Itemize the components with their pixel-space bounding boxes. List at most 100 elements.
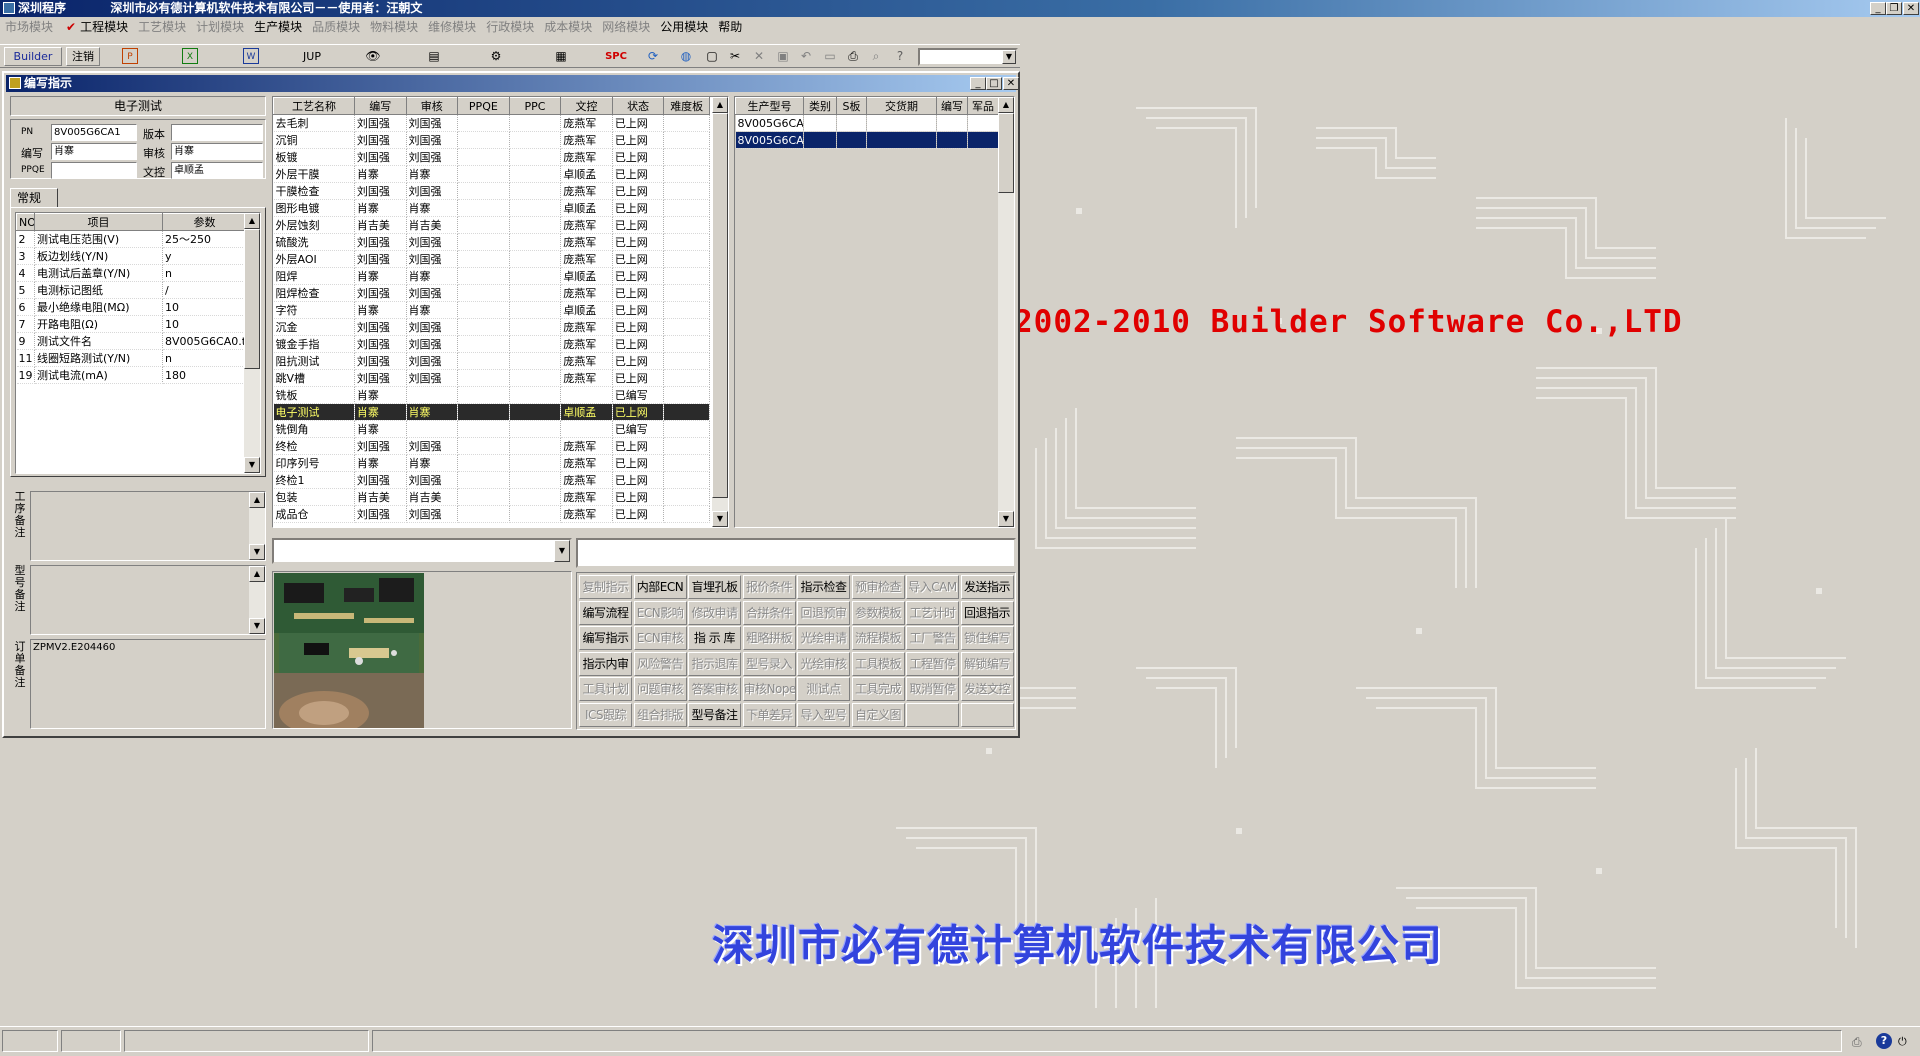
word-icon[interactable]: W: [243, 48, 259, 64]
book-icon[interactable]: ▤: [426, 48, 442, 64]
scroll-down-icon[interactable]: ▼: [998, 511, 1014, 527]
action-button[interactable]: ECN审核: [633, 626, 687, 650]
globe-icon[interactable]: ◍: [678, 48, 694, 64]
param-row[interactable]: 3 板边划线(Y/N) y: [16, 247, 247, 265]
printer-icon[interactable]: ⎙: [1852, 1035, 1868, 1049]
action-button[interactable]: 回退预审: [797, 600, 850, 625]
menu-item[interactable]: 工艺模块: [133, 17, 191, 37]
scroll-up-icon[interactable]: ▲: [712, 97, 728, 113]
action-button[interactable]: 型号录入: [742, 651, 796, 676]
preview-icon[interactable]: ▭: [822, 48, 838, 64]
process-column-header[interactable]: 审核: [405, 97, 459, 115]
spc-button[interactable]: SPC: [598, 47, 634, 66]
action-button[interactable]: 审核Nope: [742, 677, 796, 701]
logout-button[interactable]: 注销: [66, 47, 100, 66]
action-button[interactable]: 内部ECN: [633, 575, 687, 599]
process-column-header[interactable]: 难度板: [663, 97, 710, 115]
process-row[interactable]: 铣板 肖寨 已编写: [273, 386, 710, 404]
param-row[interactable]: 7 开路电阻(Ω) 10: [16, 315, 247, 333]
menu-item[interactable]: 物料模块: [365, 17, 423, 37]
process-row[interactable]: 阻焊检查 刘国强 刘国强 庞燕军 已上网: [273, 284, 710, 302]
action-button[interactable]: 参数模板: [851, 600, 905, 625]
close-button[interactable]: ✕: [1903, 2, 1919, 15]
toolbar-combo[interactable]: ▼: [918, 48, 1018, 66]
eye-icon[interactable]: 👁: [365, 48, 381, 64]
process-row[interactable]: 印序列号 肖寨 肖寨 庞燕军 已上网: [273, 454, 710, 472]
action-button[interactable]: 光绘审核: [797, 651, 850, 676]
review-field[interactable]: 肖寨: [171, 143, 263, 160]
action-button[interactable]: 问题审核: [633, 677, 687, 701]
action-button[interactable]: 工艺计时: [906, 600, 959, 625]
action-button[interactable]: 指示检查: [797, 575, 850, 599]
model-row[interactable]: 8V005G6CA1: [735, 131, 999, 149]
action-button[interactable]: 回退指示: [960, 600, 1014, 625]
model-column-header[interactable]: 生产型号: [735, 97, 804, 115]
window-close-button[interactable]: ✕: [1003, 77, 1019, 90]
model-column-header[interactable]: 类别: [803, 97, 837, 115]
menu-item[interactable]: 维修模块: [423, 17, 481, 37]
action-button[interactable]: 指 示 库: [688, 626, 741, 650]
undo-icon[interactable]: ↶: [798, 48, 814, 64]
action-button[interactable]: 取消暂停: [906, 677, 959, 701]
action-button[interactable]: 工具计划: [579, 677, 632, 701]
powerpoint-icon[interactable]: P: [122, 48, 138, 64]
action-button[interactable]: 光绘申请: [797, 626, 850, 650]
window-maximize-button[interactable]: □: [986, 77, 1002, 90]
process-row[interactable]: 镀金手指 刘国强 刘国强 庞燕军 已上网: [273, 335, 710, 353]
printer-icon[interactable]: ▦: [553, 48, 569, 64]
scroll-down-icon[interactable]: ▼: [249, 618, 265, 634]
action-button[interactable]: 风险警告: [633, 651, 687, 676]
new-file-icon[interactable]: ▢: [704, 48, 720, 64]
action-button[interactable]: 导入型号: [797, 702, 850, 727]
action-button[interactable]: 解锁编写: [960, 651, 1014, 676]
process-column-header[interactable]: 编写: [353, 97, 407, 115]
process-row[interactable]: 干膜检查 刘国强 刘国强 庞燕军 已上网: [273, 182, 710, 200]
scroll-up-icon[interactable]: ▲: [998, 97, 1014, 113]
help-icon[interactable]: ?: [1876, 1033, 1892, 1049]
process-row[interactable]: 沉铜 刘国强 刘国强 庞燕军 已上网: [273, 131, 710, 149]
action-button[interactable]: 工厂警告: [906, 626, 959, 650]
param-row[interactable]: 2 测试电压范围(V) 25～250: [16, 230, 247, 248]
params-scrollbar[interactable]: ▲ ▼: [244, 213, 260, 473]
remark-textbox[interactable]: [576, 538, 1016, 568]
process-row[interactable]: 硫酸洗 刘国强 刘国强 庞燕军 已上网: [273, 233, 710, 251]
action-button[interactable]: 盲埋孔板: [688, 575, 741, 599]
find-icon[interactable]: ⌕: [868, 48, 884, 64]
process-row[interactable]: 去毛刺 刘国强 刘国强 庞燕军 已上网: [273, 114, 710, 132]
process-row[interactable]: 外层蚀刻 肖吉美 肖吉美 庞燕军 已上网: [273, 216, 710, 234]
minimize-button[interactable]: _: [1870, 2, 1886, 15]
models-scrollbar[interactable]: ▲ ▼: [998, 97, 1014, 527]
scroll-down-icon[interactable]: ▼: [249, 544, 265, 560]
action-button[interactable]: ECN影响: [633, 600, 687, 625]
menu-item[interactable]: 计划模块: [191, 17, 249, 37]
action-button[interactable]: ICS跟踪: [579, 702, 632, 727]
process-row[interactable]: 终检 刘国强 刘国强 庞燕军 已上网: [273, 437, 710, 455]
window-minimize-button[interactable]: _: [970, 77, 986, 90]
param-row[interactable]: 5 电测标记图纸 /: [16, 281, 247, 299]
scroll-up-icon[interactable]: ▲: [249, 492, 265, 508]
menu-item[interactable]: 品质模块: [307, 17, 365, 37]
help-icon[interactable]: ?: [892, 48, 908, 64]
action-button[interactable]: 导入CAM: [906, 575, 959, 599]
action-button[interactable]: 修改申请: [688, 600, 741, 625]
menu-item[interactable]: 生产模块: [249, 17, 307, 37]
process-row[interactable]: 外层干膜 肖寨 肖寨 卓顺孟 已上网: [273, 165, 710, 183]
process-column-header[interactable]: 文控: [560, 97, 613, 115]
power-icon[interactable]: ⏻: [1898, 1035, 1912, 1049]
param-column-header[interactable]: 参数: [162, 213, 247, 231]
process-row[interactable]: 跳V槽 刘国强 刘国强 庞燕军 已上网: [273, 369, 710, 387]
network-icon[interactable]: ⚙: [488, 48, 504, 64]
param-row[interactable]: 19 测试电流(mA) 180: [16, 366, 247, 384]
scroll-down-icon[interactable]: ▼: [712, 511, 728, 527]
model-column-header[interactable]: 编写: [936, 97, 968, 115]
model-column-header[interactable]: S板: [836, 97, 867, 115]
process-note-box[interactable]: ▲ ▼: [30, 491, 266, 561]
action-button[interactable]: 预审检查: [851, 575, 905, 599]
process-row[interactable]: 沉金 刘国强 刘国强 庞燕军 已上网: [273, 318, 710, 336]
process-row[interactable]: 字符 肖寨 肖寨 卓顺孟 已上网: [273, 301, 710, 319]
chevron-down-icon[interactable]: ▼: [554, 540, 570, 562]
menu-item[interactable]: 成本模块: [539, 17, 597, 37]
scroll-thumb[interactable]: [998, 113, 1014, 193]
menu-item[interactable]: 市场模块: [0, 17, 58, 37]
restore-button[interactable]: ❐: [1886, 2, 1902, 15]
